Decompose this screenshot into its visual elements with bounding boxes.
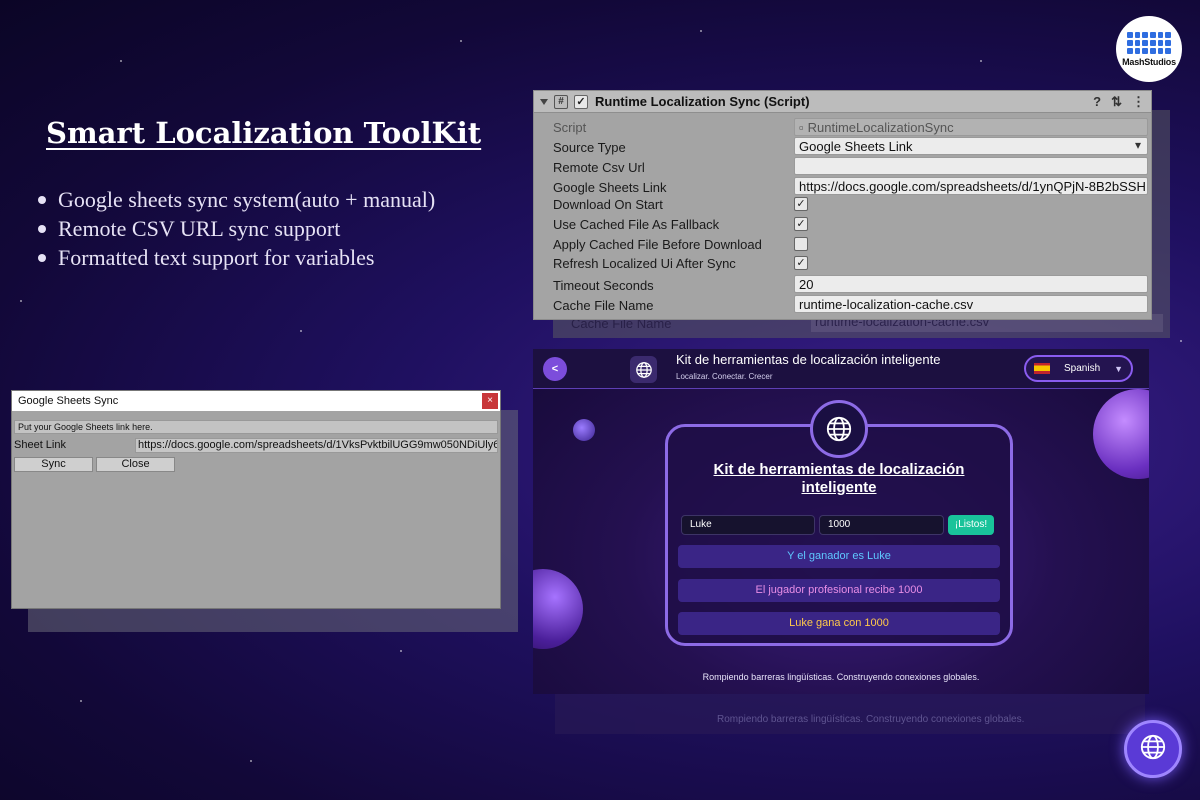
download-on-start-label: Download On Start [553, 196, 663, 212]
app-subtitle: Localizar. Conectar. Crecer [676, 372, 773, 381]
source-type-dropdown[interactable]: Google Sheets Link [794, 137, 1148, 155]
floating-globe-button[interactable] [1124, 720, 1182, 778]
row-timeout-seconds: Timeout Seconds [553, 276, 654, 294]
card-title-line: inteligente [801, 479, 877, 496]
feature-item: Remote CSV URL sync support [36, 214, 435, 243]
demo-app-window: < Kit de herramientas de localización in… [533, 349, 1149, 694]
feature-list: Google sheets sync system(auto + manual)… [36, 185, 435, 272]
ghost-footer-text: Rompiendo barreras lingüísticas. Constru… [717, 714, 1025, 725]
planet-decoration [573, 419, 595, 441]
planet-decoration [1093, 389, 1149, 479]
result-wins: Luke gana con 1000 [678, 612, 1000, 635]
language-selector[interactable]: Spanish ▼ [1024, 355, 1133, 382]
row-cache-file-name: Cache File Name [553, 296, 653, 314]
planet-decoration [533, 569, 583, 649]
help-icon[interactable]: ? [1093, 94, 1101, 110]
inspector-panel: # ✓ Runtime Localization Sync (Script) ?… [533, 90, 1152, 320]
result-prize: El jugador profesional recibe 1000 [678, 579, 1000, 602]
google-sheets-link-label: Google Sheets Link [553, 179, 667, 195]
google-sheets-sync-dialog: Google Sheets Sync × Put your Google She… [11, 390, 501, 609]
sheet-link-input[interactable]: https://docs.google.com/spreadsheets/d/1… [135, 437, 498, 453]
row-remote-csv-url: Remote Csv Url [553, 158, 645, 176]
sheet-link-row: Sheet Link https://docs.google.com/sprea… [12, 437, 500, 453]
app-header: < Kit de herramientas de localización in… [533, 349, 1149, 389]
row-script: Script [553, 118, 586, 136]
mashstudios-logo: MashStudios [1116, 16, 1182, 82]
name-input[interactable]: Luke [681, 515, 815, 535]
feature-item: Google sheets sync system(auto + manual) [36, 185, 435, 214]
ready-button[interactable]: ¡Listos! [948, 515, 994, 535]
refresh-ui-label: Refresh Localized Ui After Sync [553, 255, 736, 271]
row-use-cached-fallback: Use Cached File As Fallback [553, 215, 719, 233]
close-icon[interactable]: × [482, 393, 498, 409]
dialog-titlebar[interactable]: Google Sheets Sync × [12, 391, 500, 411]
remote-csv-url-label: Remote Csv Url [553, 159, 645, 175]
script-icon: # [554, 94, 568, 109]
result-winner: Y el ganador es Luke [678, 545, 1000, 568]
input-row: Luke 1000 ¡Listos! [681, 515, 994, 535]
apply-cached-before-checkbox[interactable] [794, 237, 808, 251]
use-cached-fallback-checkbox[interactable]: ✓ [794, 217, 808, 231]
script-label: Script [553, 119, 587, 135]
component-enabled-checkbox[interactable]: ✓ [574, 94, 588, 109]
spain-flag-icon [1034, 363, 1050, 374]
language-label: Spanish [1064, 363, 1101, 374]
row-refresh-ui: Refresh Localized Ui After Sync [553, 254, 736, 272]
refresh-ui-checkbox[interactable]: ✓ [794, 256, 808, 270]
app-shadow: Rompiendo barreras lingüísticas. Constru… [555, 694, 1145, 734]
globe-icon [630, 356, 657, 383]
component-title: Runtime Localization Sync (Script) [595, 94, 810, 109]
app-footer: Rompiendo barreras lingüísticas. Constru… [702, 672, 980, 682]
source-type-label: Source Type [553, 139, 626, 155]
chevron-down-icon: ▼ [1114, 363, 1124, 374]
script-value: RuntimeLocalizationSync [807, 119, 954, 135]
close-button[interactable]: Close [96, 457, 175, 472]
presets-icon[interactable]: ⇅ [1111, 94, 1122, 110]
feature-item: Formatted text support for variables [36, 243, 435, 272]
timeout-seconds-label: Timeout Seconds [553, 277, 654, 293]
google-sheets-link-input[interactable]: https://docs.google.com/spreadsheets/d/1… [794, 177, 1148, 195]
row-apply-cached-before: Apply Cached File Before Download [553, 235, 762, 253]
row-download-on-start: Download On Start [553, 195, 663, 213]
collapse-triangle-icon[interactable] [540, 98, 548, 105]
row-google-sheets-link: Google Sheets Link [553, 178, 666, 196]
number-input[interactable]: 1000 [819, 515, 944, 535]
back-button[interactable]: < [543, 357, 567, 381]
app-title: Kit de herramientas de localización inte… [676, 352, 941, 367]
dialog-title: Google Sheets Sync [18, 395, 119, 407]
inspector-header[interactable]: # ✓ Runtime Localization Sync (Script) ?… [534, 91, 1151, 113]
use-cached-fallback-label: Use Cached File As Fallback [553, 216, 720, 232]
remote-csv-url-input[interactable] [794, 157, 1148, 175]
card-title: Kit de herramientas de localización inte… [668, 461, 1010, 497]
card-globe-icon [810, 400, 868, 458]
dialog-hint: Put your Google Sheets link here. [14, 420, 498, 434]
logo-text: MashStudios [1122, 56, 1176, 67]
more-options-icon[interactable]: ⋮ [1132, 94, 1145, 110]
script-file-icon: ▫ [799, 119, 804, 135]
page-title: Smart Localization ToolKit [46, 116, 482, 150]
card-title-line: Kit de herramientas de localización [713, 461, 965, 478]
sheet-link-label: Sheet Link [14, 439, 66, 451]
download-on-start-checkbox[interactable]: ✓ [794, 197, 808, 211]
cache-file-name-input[interactable]: runtime-localization-cache.csv [794, 295, 1148, 313]
script-field: ▫ RuntimeLocalizationSync [794, 118, 1148, 136]
apply-cached-before-label: Apply Cached File Before Download [553, 236, 762, 252]
sync-button[interactable]: Sync [14, 457, 93, 472]
globe-icon [1139, 733, 1167, 766]
timeout-seconds-input[interactable]: 20 [794, 275, 1148, 293]
row-source-type: Source Type [553, 138, 626, 156]
cache-file-name-label: Cache File Name [553, 297, 654, 313]
logo-mark-icon [1127, 31, 1171, 54]
